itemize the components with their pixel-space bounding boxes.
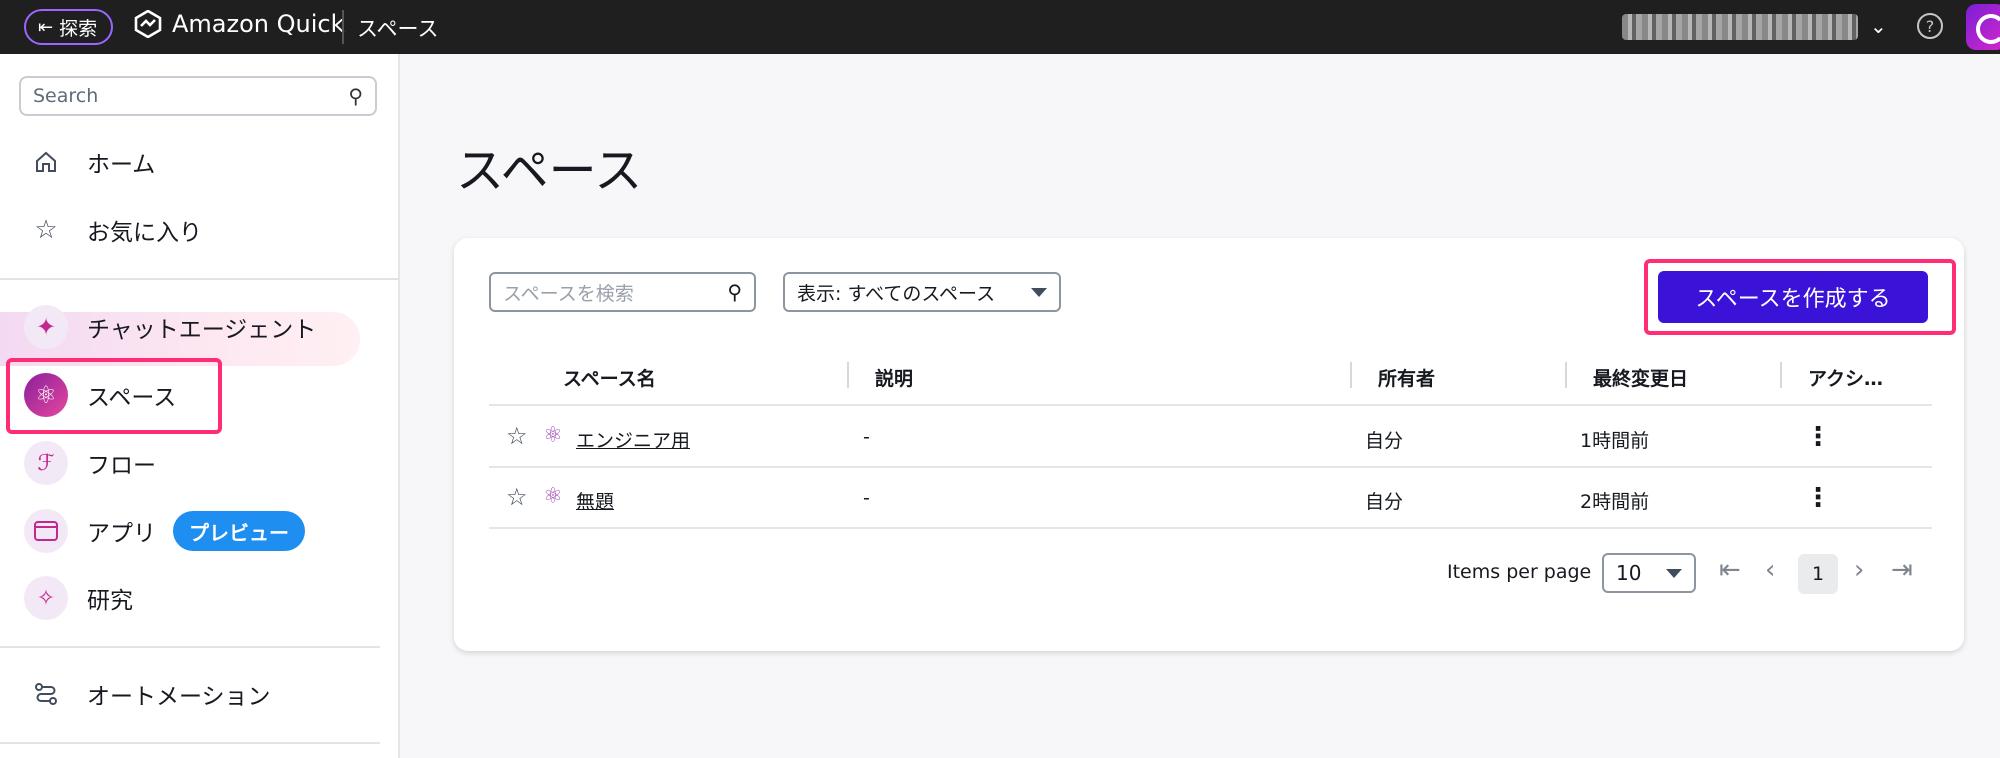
breadcrumb[interactable]: スペース	[357, 13, 438, 43]
page-title: スペース	[456, 143, 643, 199]
sidebar-search-placeholder: Search	[33, 85, 99, 107]
annotation-highlight-box	[6, 358, 222, 434]
caret-down-icon	[1666, 568, 1682, 578]
sidebar-item-apps[interactable]: アプリ プレビュー	[0, 501, 398, 561]
search-icon[interactable]: ⚲	[727, 280, 742, 304]
search-icon[interactable]: ⚲	[348, 84, 363, 108]
spaces-table-card: スペースを検索 ⚲ 表示: すべてのスペース スペースを作成する スペース名 説…	[454, 238, 1964, 651]
favorite-star-icon[interactable]: ☆	[506, 422, 528, 450]
more-actions-icon[interactable]: ⋮	[1805, 485, 1831, 511]
space-icon: ⚛	[543, 484, 563, 509]
sidebar-item-favorites[interactable]: ☆ お気に入り	[0, 200, 398, 260]
sidebar-divider	[0, 646, 380, 648]
column-resizer[interactable]	[1565, 362, 1567, 388]
sidebar-item-label: ホーム	[87, 152, 156, 178]
space-search-placeholder: スペースを検索	[503, 282, 634, 305]
create-space-button[interactable]: スペースを作成する	[1658, 271, 1928, 323]
column-header-name[interactable]: スペース名	[563, 364, 656, 391]
space-modified: 2時間前	[1580, 491, 1650, 513]
explore-button[interactable]: ⇤ 探索	[24, 9, 114, 45]
brand[interactable]: Amazon Quick	[134, 10, 345, 38]
sidebar-item-automation[interactable]: オートメーション	[0, 664, 398, 724]
column-header-description[interactable]: 説明	[875, 364, 913, 391]
caret-down-icon	[1031, 287, 1047, 297]
prev-page-icon[interactable]: ‹	[1765, 555, 1775, 585]
sidebar-item-label: チャットエージェント	[87, 317, 317, 343]
sparkle-icon: ✦	[24, 305, 68, 349]
flow-icon: ℱ	[24, 441, 68, 485]
row-divider	[489, 466, 1932, 468]
sidebar-item-home[interactable]: ホーム	[0, 132, 398, 192]
sidebar-search-input[interactable]: Search ⚲	[19, 76, 377, 116]
sidebar-item-research[interactable]: ✧ 研究	[0, 568, 398, 628]
sidebar-item-chat-agents[interactable]: ✦ チャットエージェント	[0, 297, 398, 357]
space-description: -	[863, 487, 870, 509]
space-name-link[interactable]: エンジニア用	[576, 426, 690, 453]
chevron-down-icon[interactable]: ⌄	[1870, 14, 1887, 38]
explore-label: 探索	[59, 17, 98, 40]
column-resizer[interactable]	[847, 362, 849, 388]
space-name-link[interactable]: 無題	[576, 487, 614, 514]
items-per-page-select[interactable]: 10	[1602, 553, 1696, 593]
annotation-highlight-box: スペースを作成する	[1644, 259, 1956, 335]
preview-badge: プレビュー	[173, 511, 305, 551]
automation-icon	[24, 672, 68, 716]
space-owner: 自分	[1365, 430, 1404, 452]
space-modified: 1時間前	[1580, 430, 1650, 452]
space-filter-select[interactable]: 表示: すべてのスペース	[783, 272, 1061, 312]
sidebar-item-label: 研究	[87, 588, 133, 614]
more-actions-icon[interactable]: ⋮	[1805, 424, 1831, 450]
assistant-launcher-icon[interactable]	[1966, 4, 2000, 50]
quick-logo-icon	[134, 10, 162, 38]
column-header-owner[interactable]: 所有者	[1378, 364, 1435, 391]
brand-name: Amazon Quick	[172, 10, 345, 38]
back-to-explore-icon: ⇤	[38, 16, 54, 38]
research-icon: ✧	[24, 576, 68, 620]
space-description: -	[863, 426, 870, 448]
column-resizer[interactable]	[1350, 362, 1352, 388]
column-header-actions[interactable]: アクシ…	[1808, 364, 1883, 391]
top-bar: ⇤ 探索 Amazon Quick スペース ⌄ ?	[0, 0, 2000, 54]
account-name-blurred[interactable]	[1622, 14, 1858, 40]
space-owner: 自分	[1365, 491, 1404, 513]
column-resizer[interactable]	[1780, 362, 1782, 388]
space-search-input[interactable]: スペースを検索 ⚲	[489, 272, 756, 312]
home-icon	[24, 140, 68, 184]
filter-label: 表示: すべてのスペース	[797, 282, 996, 305]
column-header-modified[interactable]: 最終変更日	[1593, 364, 1688, 391]
sidebar-item-flows[interactable]: ℱ フロー	[0, 433, 398, 493]
space-icon: ⚛	[543, 423, 563, 448]
sidebar-divider	[0, 278, 398, 280]
sidebar-item-label: オートメーション	[87, 684, 271, 710]
items-per-page-value: 10	[1616, 561, 1642, 585]
current-page[interactable]: 1	[1798, 554, 1838, 594]
app-window-icon	[24, 509, 68, 553]
items-per-page-label: Items per page	[1447, 561, 1592, 583]
first-page-icon[interactable]: ⇤	[1719, 555, 1741, 585]
star-icon: ☆	[34, 215, 58, 245]
sidebar-item-label: お気に入り	[87, 220, 202, 246]
brand-divider	[342, 10, 344, 44]
sidebar-item-label: フロー	[87, 453, 156, 479]
next-page-icon[interactable]: ›	[1854, 555, 1864, 585]
help-icon[interactable]: ?	[1917, 13, 1943, 39]
favorite-star-icon[interactable]: ☆	[506, 483, 528, 511]
sidebar-divider	[0, 742, 380, 744]
row-divider	[489, 527, 1932, 529]
last-page-icon[interactable]: ⇥	[1891, 555, 1913, 585]
table-header-divider	[489, 404, 1932, 406]
sidebar-item-label: アプリ	[87, 521, 156, 547]
